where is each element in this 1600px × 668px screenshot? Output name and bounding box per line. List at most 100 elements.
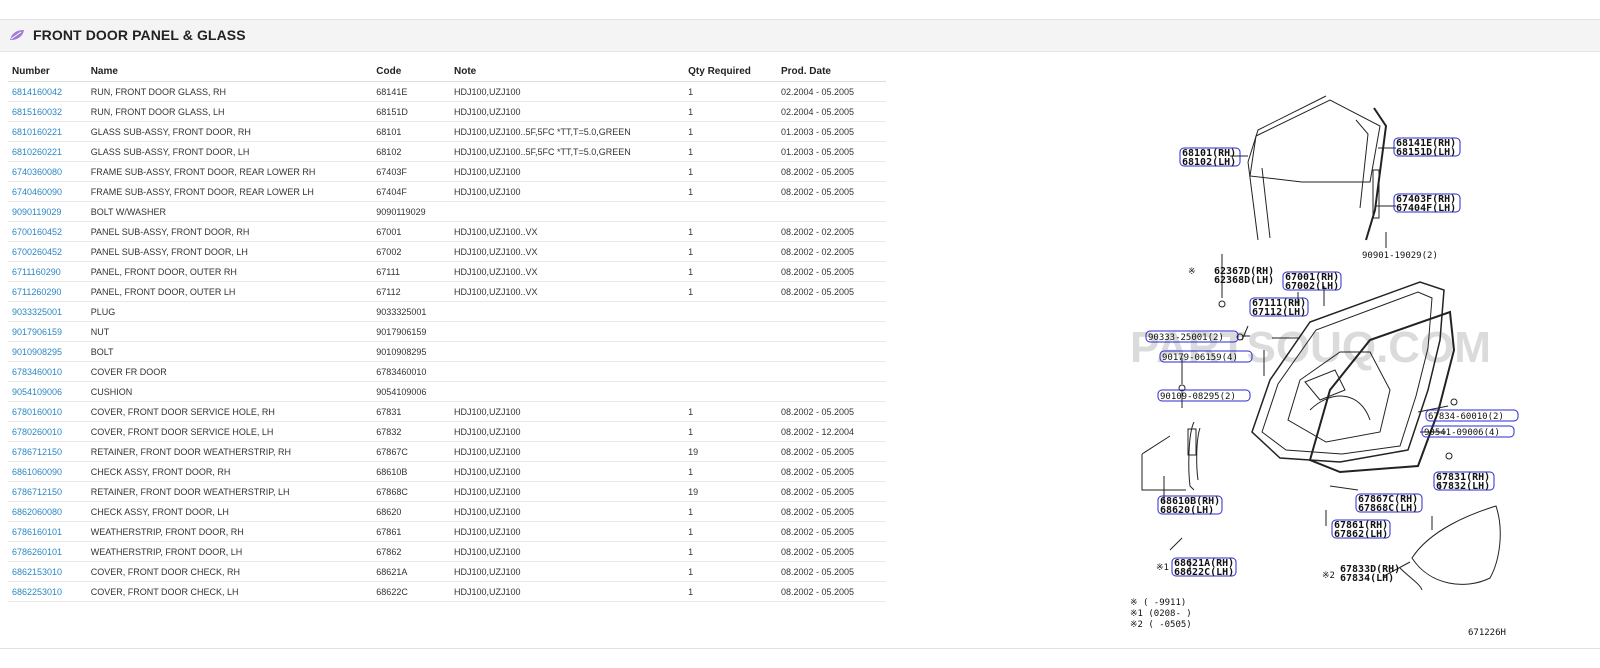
- cell-name: RUN, FRONT DOOR GLASS, LH: [86, 101, 373, 122]
- cell-date: 02.2004 - 05.2005: [776, 101, 886, 122]
- table-row[interactable]: 6786260101 WEATHERSTRIP, FRONT DOOR, LH 67…: [8, 541, 886, 562]
- table-row[interactable]: 6810260221 GLASS SUB-ASSY, FRONT DOOR, LH…: [8, 141, 886, 162]
- cell-code: 67404F: [372, 181, 450, 202]
- part-number-link[interactable]: 6786160101: [12, 527, 62, 537]
- part-number-link[interactable]: 6786260101: [12, 547, 62, 557]
- cell-note: HDJ100,UZJ100: [450, 581, 685, 602]
- cell-name: GLASS SUB-ASSY, FRONT DOOR, LH: [86, 141, 373, 162]
- cell-date: [776, 381, 886, 402]
- cell-name: PANEL SUB-ASSY, FRONT DOOR, LH: [86, 241, 373, 262]
- part-number-link[interactable]: 6783460010: [12, 367, 62, 377]
- table-row[interactable]: 6700160452 PANEL SUB-ASSY, FRONT DOOR, RH…: [8, 221, 886, 242]
- part-number-link[interactable]: 6780260010: [12, 427, 62, 437]
- cell-date: 08.2002 - 05.2005: [776, 181, 886, 202]
- table-row[interactable]: 6740360080 FRAME SUB-ASSY, FRONT DOOR, RE…: [8, 161, 886, 182]
- table-row[interactable]: 6786712150 RETAINER, FRONT DOOR WEATHERST…: [8, 441, 886, 462]
- part-number-link[interactable]: 6711160290: [12, 267, 61, 277]
- cell-name: NUT: [86, 321, 373, 342]
- table-row[interactable]: 6783460010 COVER FR DOOR 6783460010: [8, 361, 886, 382]
- cell-date: 08.2002 - 05.2005: [776, 581, 886, 602]
- table-row[interactable]: 6786160101 WEATHERSTRIP, FRONT DOOR, RH 67…: [8, 521, 886, 542]
- column-header-name[interactable]: Name: [86, 62, 373, 82]
- cell-code: 68102: [372, 141, 450, 162]
- cell-note: HDJ100,UZJ100..VX: [450, 261, 685, 282]
- cell-name: GLASS SUB-ASSY, FRONT DOOR, RH: [86, 121, 373, 142]
- table-row[interactable]: 9054109006 CUSHION 9054109006: [8, 381, 886, 402]
- part-number-link[interactable]: 9090119029: [12, 207, 61, 217]
- part-number-link[interactable]: 6810160221: [12, 127, 62, 137]
- column-header-note[interactable]: Note: [450, 62, 685, 82]
- cell-date: [776, 201, 886, 222]
- part-number-link[interactable]: 9054109006: [12, 387, 62, 397]
- cell-code: 68101: [372, 121, 450, 142]
- table-row[interactable]: 6740460090 FRAME SUB-ASSY, FRONT DOOR, RE…: [8, 181, 886, 202]
- part-number-link[interactable]: 6815160032: [12, 107, 62, 117]
- part-number-link[interactable]: 9033325001: [12, 307, 62, 317]
- cell-note: HDJ100,UZJ100: [450, 481, 685, 502]
- table-row[interactable]: 6780160010 COVER, FRONT DOOR SERVICE HOLE…: [8, 401, 886, 422]
- cell-name: COVER, FRONT DOOR CHECK, RH: [86, 561, 373, 582]
- part-number-link[interactable]: 6786712150: [12, 447, 62, 457]
- table-row[interactable]: 6700260452 PANEL SUB-ASSY, FRONT DOOR, LH…: [8, 241, 886, 262]
- part-number-link[interactable]: 6700260452: [12, 247, 62, 257]
- table-row[interactable]: 6711260290 PANEL, FRONT DOOR, OUTER LH 671…: [8, 281, 886, 302]
- part-number-link[interactable]: 6862153010: [12, 567, 62, 577]
- cell-code: 67831: [372, 401, 450, 422]
- table-row[interactable]: 9017906159 NUT 9017906159: [8, 321, 886, 342]
- callout-68620: 68620(LH): [1160, 505, 1214, 516]
- parts-table: Number Name Code Note Qty Required Prod.…: [8, 62, 886, 602]
- callout-90901-19029: 90901-19029(2): [1362, 251, 1438, 261]
- part-number-link[interactable]: 6862253010: [12, 587, 62, 597]
- part-number-link[interactable]: 6810260221: [12, 147, 62, 157]
- table-row[interactable]: 6780260010 COVER, FRONT DOOR SERVICE HOLE…: [8, 421, 886, 442]
- column-header-code[interactable]: Code: [372, 62, 450, 82]
- table-row[interactable]: 9033325001 PLUG 9033325001: [8, 301, 886, 322]
- cell-date: 08.2002 - 02.2005: [776, 221, 886, 242]
- cell-name: PLUG: [86, 301, 373, 322]
- table-header-row: Number Name Code Note Qty Required Prod.…: [8, 62, 886, 82]
- part-number-link[interactable]: 6814160042: [12, 87, 62, 97]
- table-row[interactable]: 6814160042 RUN, FRONT DOOR GLASS, RH 68141…: [8, 81, 886, 102]
- part-number-link[interactable]: 6740460090: [12, 187, 62, 197]
- cell-qty: 1: [684, 421, 777, 442]
- table-row[interactable]: 6815160032 RUN, FRONT DOOR GLASS, LH 68151…: [8, 101, 886, 122]
- table-row[interactable]: 6862253010 COVER, FRONT DOOR CHECK, LH 686…: [8, 581, 886, 602]
- column-header-qty-required[interactable]: Qty Required: [684, 62, 777, 82]
- column-header-number[interactable]: Number: [8, 62, 87, 82]
- cell-date: [776, 361, 886, 382]
- part-number-link[interactable]: 6740360080: [12, 167, 62, 177]
- table-row[interactable]: 6810160221 GLASS SUB-ASSY, FRONT DOOR, RH…: [8, 121, 886, 142]
- part-number-link[interactable]: 6786712150: [12, 487, 62, 497]
- table-row[interactable]: 9010908295 BOLT 9010908295: [8, 341, 886, 362]
- cell-date: [776, 321, 886, 342]
- callout-68151d: 68151D(LH): [1396, 147, 1456, 158]
- cell-number: 6814160042: [8, 81, 87, 102]
- part-number-link[interactable]: 6862060080: [12, 507, 62, 517]
- part-number-link[interactable]: 9010908295: [12, 347, 62, 357]
- table-row[interactable]: 6786712150 RETAINER, FRONT DOOR WEATHERST…: [8, 481, 886, 502]
- cell-note: [450, 341, 685, 362]
- cell-number: 6786260101: [8, 541, 87, 562]
- part-number-link[interactable]: 6711260290: [12, 287, 61, 297]
- callout-68622c: 68622C(LH): [1174, 567, 1234, 578]
- part-number-link[interactable]: 6780160010: [12, 407, 62, 417]
- table-row[interactable]: 6711160290 PANEL, FRONT DOOR, OUTER RH 671…: [8, 261, 886, 282]
- table-row[interactable]: 6862060080 CHECK ASSY, FRONT DOOR, LH 6862…: [8, 501, 886, 522]
- cell-number: 6786160101: [8, 521, 87, 542]
- callout-67834-60010: 67834-60010(2): [1428, 412, 1504, 422]
- column-header-prod-date[interactable]: Prod. Date: [776, 62, 886, 82]
- callout-67404f: 67404F(LH): [1396, 203, 1456, 214]
- table-row[interactable]: 6861060090 CHECK ASSY, FRONT DOOR, RH 6861…: [8, 461, 886, 482]
- cell-code: 67861: [372, 521, 450, 542]
- part-number-link[interactable]: 6700160452: [12, 227, 62, 237]
- table-row[interactable]: 9090119029 BOLT W/WASHER 9090119029: [8, 201, 886, 222]
- cell-name: PANEL, FRONT DOOR, OUTER LH: [86, 281, 373, 302]
- part-number-link[interactable]: 9017906159: [12, 327, 62, 337]
- cell-number: 6740460090: [8, 181, 87, 202]
- cell-number: 6810160221: [8, 121, 87, 142]
- table-row[interactable]: 6862153010 COVER, FRONT DOOR CHECK, RH 686…: [8, 561, 886, 582]
- cell-code: 68622C: [372, 581, 450, 602]
- cell-qty: 1: [684, 581, 777, 602]
- part-number-link[interactable]: 6861060090: [12, 467, 62, 477]
- callout-90179-06159: 90179-06159(4): [1162, 353, 1238, 363]
